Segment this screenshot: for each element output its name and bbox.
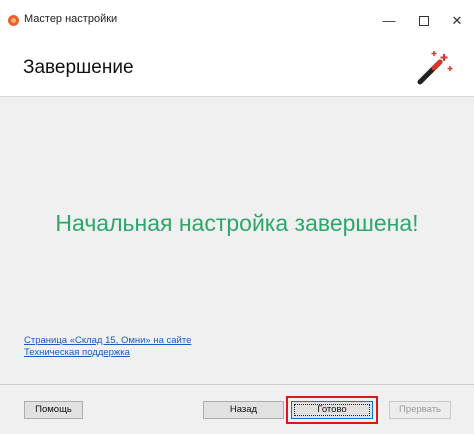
- wizard-footer: Помощь Назад Готово Прервать: [0, 384, 474, 434]
- setup-wizard-window: Мастер настройки — ✕ Завершение Начальна…: [0, 0, 474, 434]
- back-button[interactable]: Назад: [203, 401, 284, 419]
- focus-rectangle: [294, 404, 370, 416]
- finish-button[interactable]: Готово: [291, 401, 373, 419]
- minimize-button[interactable]: —: [372, 8, 406, 34]
- title-bar: Мастер настройки — ✕: [0, 0, 474, 42]
- magic-wand-icon: [417, 51, 453, 85]
- maximize-button[interactable]: [407, 8, 441, 34]
- maximize-icon: [419, 15, 429, 26]
- cancel-button[interactable]: Прервать: [389, 401, 451, 419]
- tech-support-link[interactable]: Техническая поддержка: [24, 347, 130, 358]
- completion-message: Начальная настройка завершена!: [55, 210, 419, 236]
- window-title: Мастер настройки: [24, 13, 118, 25]
- product-website-link[interactable]: Страница «Склад 15, Омни» на сайте: [24, 335, 191, 346]
- wizard-header: Завершение: [0, 42, 474, 97]
- wizard-content: Начальная настройка завершена! Страница …: [0, 97, 474, 384]
- close-button[interactable]: ✕: [440, 8, 474, 34]
- page-title: Завершение: [23, 57, 134, 78]
- app-icon: [8, 15, 19, 26]
- help-button[interactable]: Помощь: [24, 401, 83, 419]
